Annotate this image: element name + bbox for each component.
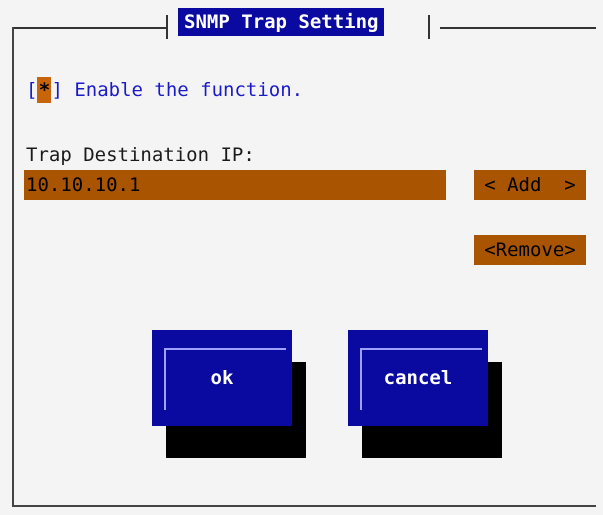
dialog-title: SNMP Trap Setting [178,8,385,36]
ok-button-face[interactable]: ok [152,330,292,426]
remove-button[interactable]: <Remove> [474,235,586,265]
checkbox-mark[interactable]: * [37,77,52,103]
frame-line-top-left [12,27,166,29]
enable-function-checkbox[interactable]: [*] Enable the function. [26,77,303,103]
cancel-button-face[interactable]: cancel [348,330,488,426]
frame-tick-left [166,15,168,39]
cancel-button-label: cancel [383,367,453,389]
frame-tick-right [428,15,430,39]
trap-destination-label: Trap Destination IP: [26,144,255,166]
trap-destination-ip-input[interactable] [24,170,446,200]
checkbox-bracket-close: ] [51,79,63,101]
add-button[interactable]: < Add > [474,170,586,200]
ok-button-label: ok [210,367,234,389]
frame-line-left [12,27,14,507]
checkbox-label: Enable the function. [62,79,304,101]
checkbox-bracket-open: [ [26,79,38,101]
cancel-button[interactable]: cancel [348,330,502,458]
frame-line-bottom [12,505,596,507]
frame-line-top-right [440,27,596,29]
snmp-trap-dialog: SNMP Trap Setting [*] Enable the functio… [0,0,603,515]
ok-button[interactable]: ok [152,330,306,458]
